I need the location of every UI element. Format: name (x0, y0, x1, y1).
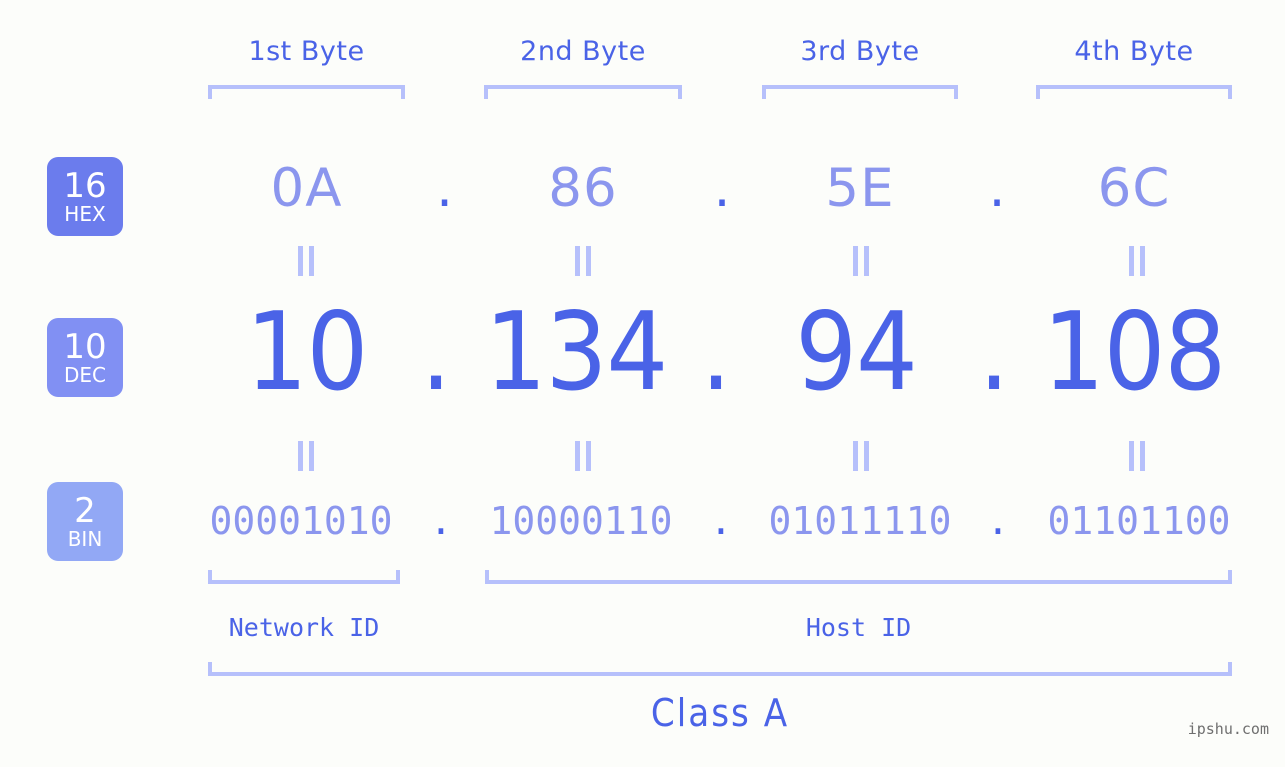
equals-marker-dec-bin-2 (572, 441, 594, 471)
base-badge-bin-abbr: BIN (67, 527, 103, 551)
hex-separator-2: . (713, 158, 731, 219)
base-badge-dec-abbr: DEC (63, 363, 106, 387)
dec-byte-2: 134 (484, 290, 668, 415)
bin-byte-2: 10000110 (489, 499, 673, 543)
dec-byte-4: 108 (1042, 290, 1226, 415)
base-badge-dec: 10 DEC (47, 318, 123, 397)
host-id-bracket (485, 570, 1232, 584)
class-bracket (208, 662, 1232, 676)
hex-separator-1: . (436, 158, 453, 219)
equals-marker-dec-bin-1 (295, 441, 317, 471)
byte-bracket-4 (1036, 85, 1232, 99)
equals-marker-dec-bin-4 (1126, 441, 1148, 471)
dec-separator-3: . (978, 290, 1010, 415)
base-badge-hex-number: 16 (63, 166, 107, 206)
byte-bracket-3 (762, 85, 958, 99)
equals-marker-hex-dec-1 (295, 246, 317, 276)
equals-marker-hex-dec-3 (850, 246, 872, 276)
base-badge-bin-number: 2 (74, 491, 96, 531)
class-label: Class A (650, 691, 790, 735)
ip-address-diagram: 1st Byte 2nd Byte 3rd Byte 4th Byte 16 H… (0, 0, 1285, 767)
hex-separator-3: . (988, 158, 1006, 219)
equals-marker-hex-dec-4 (1126, 246, 1148, 276)
base-badge-dec-number: 10 (63, 327, 107, 367)
hex-byte-3: 5E (825, 158, 895, 219)
hex-byte-4: 6C (1097, 158, 1171, 219)
byte-header-label-2: 2nd Byte (520, 36, 646, 67)
hex-byte-1: 0A (270, 158, 343, 219)
hex-byte-2: 86 (548, 158, 618, 219)
bin-byte-3: 01011110 (768, 499, 952, 543)
dec-byte-1: 10 (245, 290, 369, 415)
network-id-bracket (208, 570, 400, 584)
watermark: ipshu.com (1187, 720, 1269, 738)
dec-byte-3: 94 (795, 290, 918, 415)
byte-bracket-2 (484, 85, 682, 99)
base-badge-hex-abbr: HEX (64, 202, 106, 226)
equals-marker-dec-bin-3 (850, 441, 872, 471)
byte-bracket-1 (208, 85, 405, 99)
bin-separator-2: . (709, 499, 733, 543)
dec-separator-2: . (700, 290, 732, 415)
byte-header-label-4: 4th Byte (1074, 36, 1194, 67)
network-id-label: Network ID (228, 613, 380, 642)
base-badge-bin: 2 BIN (47, 482, 123, 561)
dec-separator-1: . (420, 290, 452, 415)
byte-header-label-1: 1st Byte (248, 36, 365, 67)
bin-byte-1: 00001010 (209, 499, 393, 543)
base-badge-hex: 16 HEX (47, 157, 123, 236)
bin-separator-3: . (986, 499, 1010, 543)
bin-byte-4: 01101100 (1047, 499, 1231, 543)
bin-separator-1: . (429, 499, 453, 543)
byte-header-label-3: 3rd Byte (800, 36, 920, 67)
host-id-label: Host ID (805, 613, 912, 642)
equals-marker-hex-dec-2 (572, 246, 594, 276)
